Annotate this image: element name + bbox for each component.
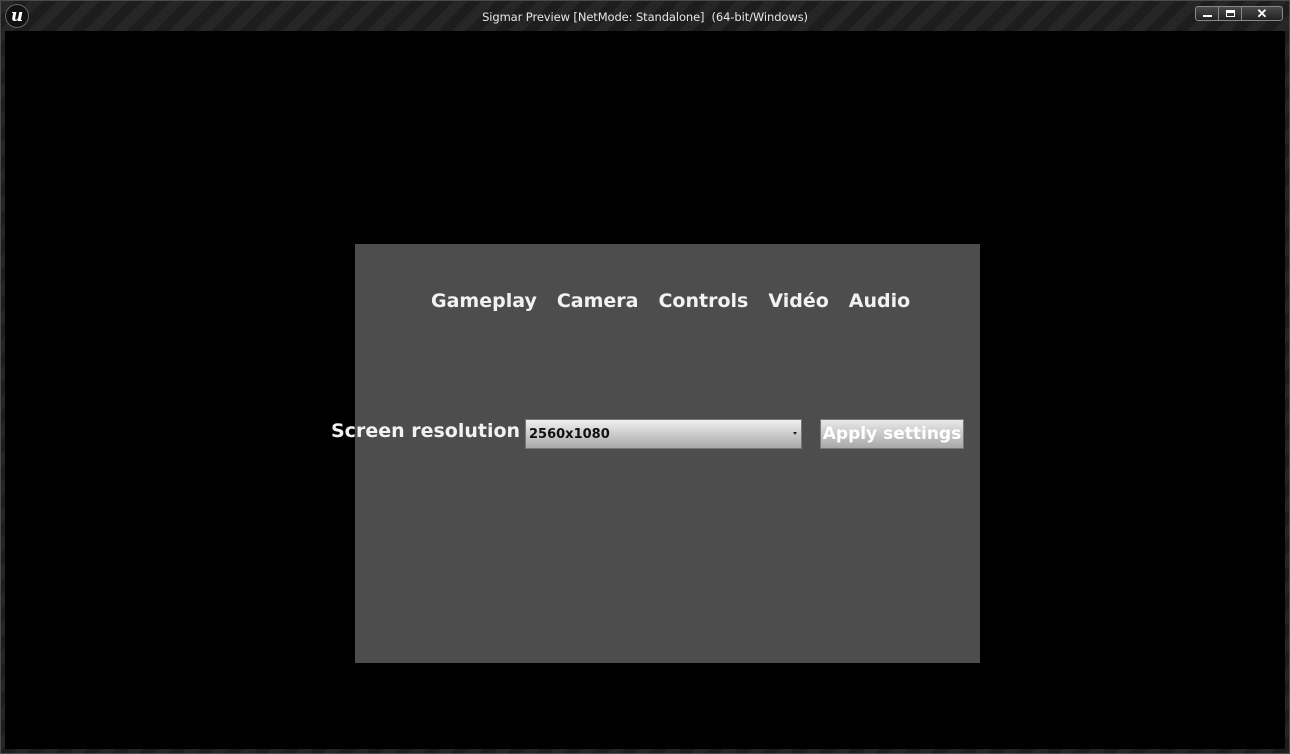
minimize-button[interactable]	[1195, 6, 1219, 21]
window-title: Sigmar Preview [NetMode: Standalone] (64…	[482, 10, 808, 24]
screen-resolution-dropdown[interactable]: 2560x1080	[525, 419, 802, 449]
tab-audio[interactable]: Audio	[849, 290, 910, 312]
screen-resolution-value: 2560x1080	[529, 427, 610, 442]
window-controls: ✕	[1195, 6, 1283, 21]
settings-tabs: Gameplay Camera Controls Vidéo Audio	[431, 290, 910, 312]
minimize-icon	[1202, 14, 1212, 17]
app-window: u Sigmar Preview [NetMode: Standalone] (…	[0, 0, 1290, 754]
tab-camera[interactable]: Camera	[557, 290, 639, 312]
tab-gameplay[interactable]: Gameplay	[431, 290, 537, 312]
tab-controls[interactable]: Controls	[658, 290, 748, 312]
tab-video[interactable]: Vidéo	[768, 290, 828, 312]
title-bar[interactable]: u Sigmar Preview [NetMode: Standalone] (…	[1, 1, 1289, 31]
chevron-down-icon	[793, 432, 797, 435]
maximize-icon	[1225, 10, 1235, 17]
close-icon: ✕	[1256, 6, 1268, 21]
screen-resolution-label: Screen resolution :	[331, 420, 535, 442]
game-viewport: Gameplay Camera Controls Vidéo Audio Scr…	[5, 31, 1285, 749]
apply-settings-button[interactable]: Apply settings	[820, 419, 964, 449]
maximize-button[interactable]	[1218, 6, 1242, 21]
close-button[interactable]: ✕	[1241, 6, 1283, 21]
